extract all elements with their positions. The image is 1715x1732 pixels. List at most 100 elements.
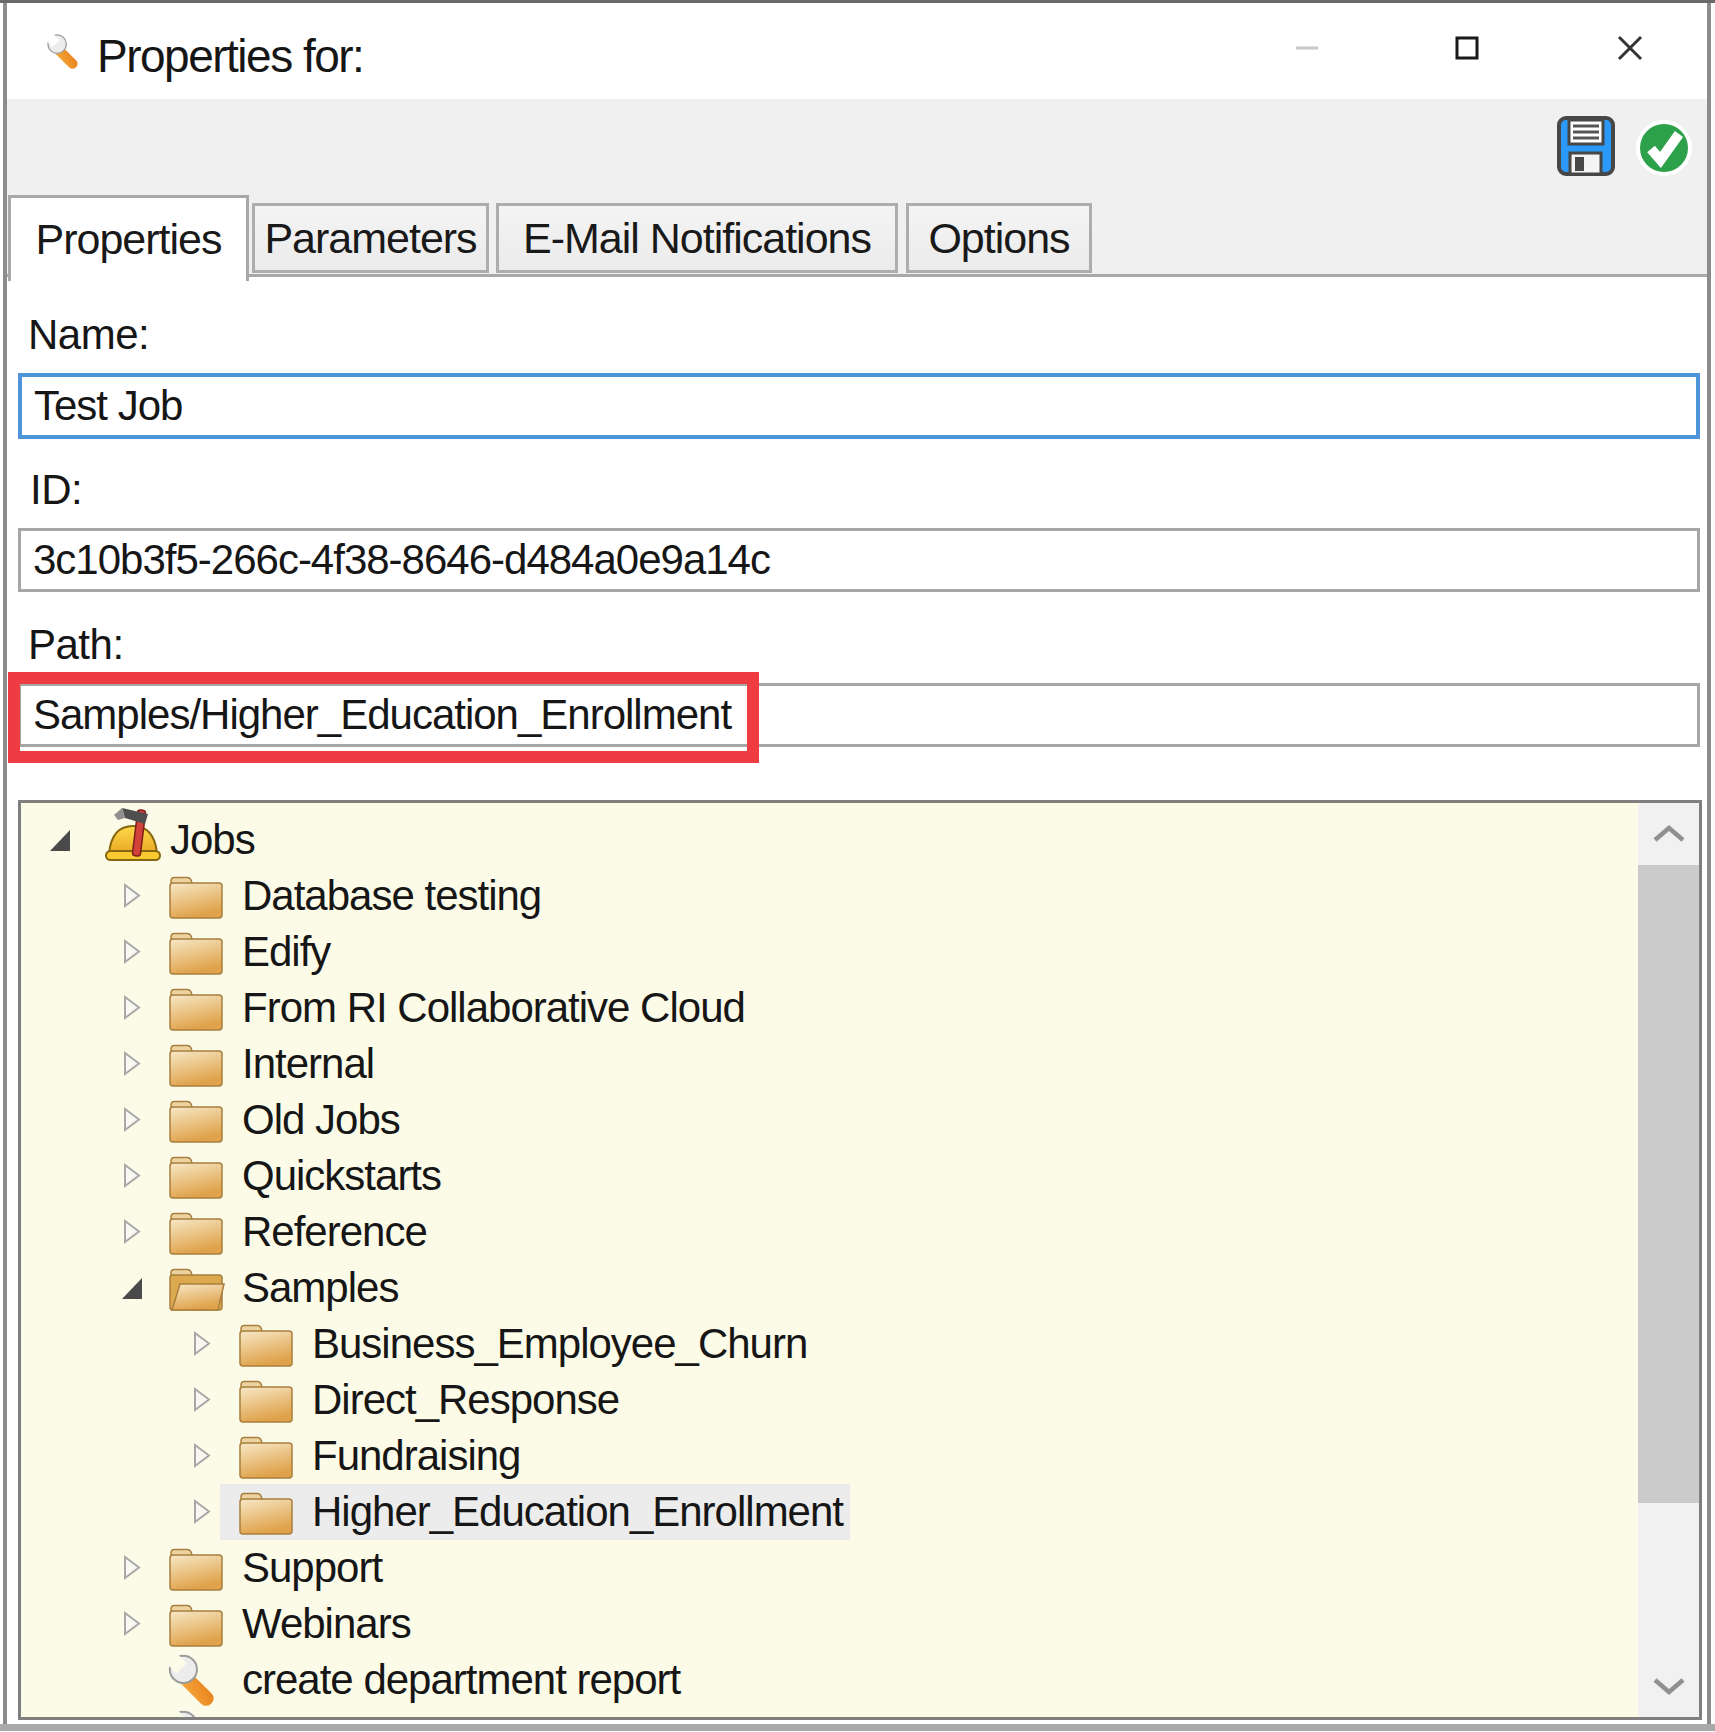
expander-collapsed-icon[interactable] <box>120 882 144 914</box>
tree-item-label: Internal <box>242 1036 374 1092</box>
wrench-icon <box>164 1706 226 1717</box>
tree-scrollbar[interactable] <box>1638 803 1699 1717</box>
expander-collapsed-icon[interactable] <box>120 938 144 970</box>
expander-collapsed-icon[interactable] <box>120 1610 144 1642</box>
window-border-left <box>3 3 7 1724</box>
expander-collapsed-icon[interactable] <box>120 1218 144 1250</box>
tree-item-label: Samples <box>242 1260 398 1316</box>
expander-collapsed-icon[interactable] <box>120 1554 144 1586</box>
name-label: Name: <box>28 312 149 358</box>
tree-item-direct-response[interactable]: Direct_Response <box>21 1372 1638 1428</box>
tree-item-webinars[interactable]: Webinars <box>21 1596 1638 1652</box>
tree-item-label: Database testing <box>242 868 541 924</box>
properties-dialog: Properties for: PropertiesParametersE <box>0 0 1715 1732</box>
chevron-up-icon <box>1652 825 1686 843</box>
tree-item-business-employee-churn[interactable]: Business_Employee_Churn <box>21 1316 1638 1372</box>
id-input[interactable]: 3c10b3f5-266c-4f38-8646-d484a0e9a14c <box>18 528 1700 592</box>
expander-collapsed-icon[interactable] <box>120 1106 144 1138</box>
tree-item-label: Direct_Response <box>312 1372 619 1428</box>
tab-options[interactable]: Options <box>906 203 1092 273</box>
path-label: Path: <box>28 622 124 668</box>
tree-item-database-testing[interactable]: Database testing <box>21 868 1638 924</box>
tree-item-label: Business_Employee_Churn <box>312 1316 807 1372</box>
tree-item-label: Support <box>242 1540 382 1596</box>
folder-icon <box>238 1490 294 1540</box>
folder-icon <box>168 1154 224 1204</box>
folder-icon <box>238 1322 294 1372</box>
tree-item-samples[interactable]: Samples <box>21 1260 1638 1316</box>
expander-collapsed-icon[interactable] <box>120 1162 144 1194</box>
maximize-button[interactable] <box>1437 13 1497 83</box>
window-border-top <box>0 0 1715 3</box>
scrollbar-thumb[interactable] <box>1638 865 1699 1503</box>
folder-icon <box>168 1098 224 1148</box>
tree-item-partial[interactable] <box>21 1708 1638 1717</box>
maximize-icon <box>1455 36 1479 60</box>
tab-properties[interactable]: Properties <box>8 195 249 281</box>
tab-label: Properties <box>36 215 222 264</box>
name-input[interactable]: Test Job <box>18 373 1700 439</box>
expander-collapsed-icon[interactable] <box>190 1330 214 1362</box>
tree-item-edify[interactable]: Edify <box>21 924 1638 980</box>
folder-icon <box>238 1378 294 1428</box>
minimize-button[interactable] <box>1277 13 1337 83</box>
tree-item-fundraising[interactable]: Fundraising <box>21 1428 1638 1484</box>
expander-expanded-icon[interactable] <box>120 1274 146 1306</box>
save-floppy-icon <box>1556 115 1616 177</box>
path-highlight-annotation <box>8 672 759 763</box>
tree-item-jobs[interactable]: Jobs <box>21 812 1638 868</box>
tree-item-label: Webinars <box>242 1596 411 1652</box>
tree-item-label: From RI Collaborative Cloud <box>242 980 745 1036</box>
folder-icon <box>168 1042 224 1092</box>
tree-item-label: Fundraising <box>312 1428 520 1484</box>
expander-collapsed-icon[interactable] <box>120 1050 144 1082</box>
id-value: 3c10b3f5-266c-4f38-8646-d484a0e9a14c <box>33 536 770 584</box>
scroll-down-button[interactable] <box>1638 1655 1699 1717</box>
expander-collapsed-icon[interactable] <box>190 1386 214 1418</box>
folder-icon <box>168 1602 224 1652</box>
tree-item-from-ri-collaborative-cloud[interactable]: From RI Collaborative Cloud <box>21 980 1638 1036</box>
window-title: Properties for: <box>97 33 363 79</box>
expander-expanded-icon[interactable] <box>48 826 74 858</box>
tree-item-reference[interactable]: Reference <box>21 1204 1638 1260</box>
tree-item-label: Quickstarts <box>242 1148 441 1204</box>
tab-label: Options <box>928 214 1069 263</box>
expander-collapsed-icon[interactable] <box>120 994 144 1026</box>
tree-item-quickstarts[interactable]: Quickstarts <box>21 1148 1638 1204</box>
folder-icon <box>238 1434 294 1484</box>
name-value: Test Job <box>34 382 182 430</box>
tree-item-internal[interactable]: Internal <box>21 1036 1638 1092</box>
tree-item-label: Higher_Education_Enrollment <box>312 1484 843 1540</box>
folder-icon <box>168 1210 224 1260</box>
folder-tree: JobsDatabase testingEdifyFrom RI Collabo… <box>18 800 1702 1720</box>
save-button[interactable] <box>1556 115 1616 177</box>
tree-item-higher-education-enrollment[interactable]: Higher_Education_Enrollment <box>21 1484 1638 1540</box>
tree-item-old-jobs[interactable]: Old Jobs <box>21 1092 1638 1148</box>
folder-open-icon <box>168 1266 226 1316</box>
expander-collapsed-icon[interactable] <box>190 1442 214 1474</box>
tab-parameters[interactable]: Parameters <box>252 203 489 273</box>
folder-icon <box>168 986 224 1036</box>
title-bar: Properties for: <box>7 3 1707 99</box>
tree-item-support[interactable]: Support <box>21 1540 1638 1596</box>
tree-item-label: Old Jobs <box>242 1092 400 1148</box>
close-button[interactable] <box>1600 13 1660 83</box>
wrench-title-icon <box>44 31 86 73</box>
folder-icon <box>168 1546 224 1596</box>
tab-e-mail-notifications[interactable]: E-Mail Notifications <box>496 203 898 273</box>
minimize-icon <box>1295 45 1319 51</box>
tab-label: E-Mail Notifications <box>523 214 871 263</box>
tab-label: Parameters <box>264 214 476 263</box>
tree-item-create-department-report[interactable]: create department report <box>21 1652 1638 1708</box>
tree-item-label: Reference <box>242 1204 427 1260</box>
tree-item-label: Jobs <box>170 812 255 868</box>
hardhat-icon <box>104 806 162 872</box>
tree-item-label: Edify <box>242 924 330 980</box>
id-label: ID: <box>30 467 82 513</box>
close-icon <box>1617 35 1643 61</box>
window-border-bottom <box>0 1724 1715 1731</box>
scroll-up-button[interactable] <box>1638 803 1699 865</box>
expander-collapsed-icon[interactable] <box>190 1498 214 1530</box>
tree-item-label: create department report <box>242 1652 680 1708</box>
confirm-button[interactable] <box>1635 119 1693 177</box>
